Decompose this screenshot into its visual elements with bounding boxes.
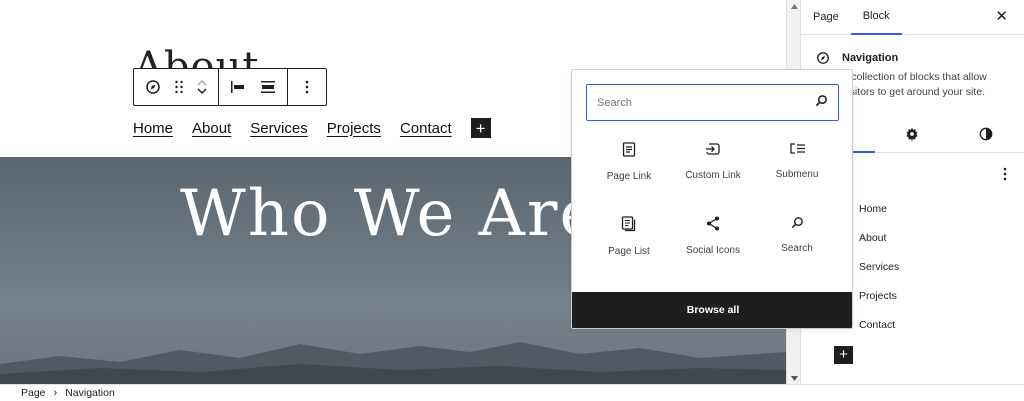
block-mover <box>192 71 212 103</box>
tab-block[interactable]: Block <box>850 0 902 35</box>
block-item-label: Custom Link <box>685 170 741 181</box>
search-icon <box>815 94 828 112</box>
block-item-label: Submenu <box>775 169 819 180</box>
page-list-icon <box>621 216 636 232</box>
menu-item-list: Home About Services Projects Contact <box>859 200 899 345</box>
search-icon <box>791 217 803 229</box>
block-item-submenu[interactable]: Submenu <box>755 142 839 192</box>
scroll-down-arrow-icon[interactable] <box>787 372 801 384</box>
block-item-label: Page List <box>608 246 650 257</box>
block-item-label: Social Icons <box>686 245 740 256</box>
mountains-image <box>0 342 786 384</box>
block-item-search[interactable]: Search <box>755 216 839 266</box>
align-wide-icon[interactable] <box>255 71 281 103</box>
navigation-compass-icon <box>816 51 830 70</box>
block-item-page-list[interactable]: Page List <box>587 216 671 266</box>
submenu-icon <box>789 143 805 154</box>
list-item[interactable]: About <box>859 229 899 258</box>
block-toolbar <box>133 68 327 106</box>
block-inserter-popover: Page Link Custom Link Submenu Page List … <box>571 69 853 329</box>
more-vertical-icon[interactable] <box>294 71 320 103</box>
inserter-block-grid: Page Link Custom Link Submenu Page List … <box>572 142 852 266</box>
list-item[interactable]: Projects <box>859 287 899 316</box>
nav-link-projects[interactable]: Projects <box>327 120 381 137</box>
nav-link-about[interactable]: About <box>192 120 231 137</box>
toolbar-group-layout <box>219 69 288 105</box>
block-item-social-icons[interactable]: Social Icons <box>671 216 755 266</box>
share-icon <box>707 216 719 231</box>
nav-link-services[interactable]: Services <box>250 120 308 137</box>
breadcrumb-item-navigation[interactable]: Navigation <box>65 387 115 399</box>
list-item[interactable]: Home <box>859 200 899 229</box>
tab-page[interactable]: Page <box>801 0 851 35</box>
breadcrumb-item-page[interactable]: Page <box>21 387 46 399</box>
add-nav-item-button[interactable]: + <box>470 118 491 138</box>
chevron-up-icon[interactable] <box>196 78 208 87</box>
navigation-block[interactable]: Home About Services Projects Contact + <box>133 118 491 138</box>
hero-heading[interactable]: Who We Are? <box>180 177 636 251</box>
navigation-compass-icon[interactable] <box>140 71 166 103</box>
search-input[interactable] <box>597 96 797 109</box>
more-vertical-icon[interactable] <box>1003 167 1007 186</box>
drag-handle-icon[interactable] <box>170 71 188 103</box>
block-item-page-link[interactable]: Page Link <box>587 142 671 192</box>
block-title: Navigation <box>842 52 899 64</box>
toolbar-group-options <box>288 69 326 105</box>
list-item[interactable]: Services <box>859 258 899 287</box>
sidebar-tabs: Page Block ✕ <box>801 0 1024 35</box>
nav-link-contact[interactable]: Contact <box>400 120 452 137</box>
chevron-right-icon: › <box>53 387 58 399</box>
half-circle-icon <box>979 127 993 141</box>
toolbar-group-block <box>134 69 219 105</box>
block-item-label: Search <box>781 243 813 254</box>
gear-icon <box>906 127 918 141</box>
page-icon <box>622 142 636 157</box>
search-field[interactable] <box>586 84 839 121</box>
block-item-label: Page Link <box>606 171 652 182</box>
tab-settings[interactable] <box>875 115 949 153</box>
add-menu-item-button[interactable]: + <box>834 346 853 364</box>
breadcrumb: Page › Navigation <box>0 384 1024 401</box>
tab-styles[interactable] <box>949 115 1023 153</box>
list-item[interactable]: Contact <box>859 316 899 345</box>
custom-link-icon <box>706 143 720 155</box>
nav-link-home[interactable]: Home <box>133 120 173 137</box>
close-icon[interactable]: ✕ <box>995 9 1008 24</box>
scroll-up-arrow-icon[interactable] <box>787 0 801 12</box>
chevron-down-icon[interactable] <box>196 87 208 96</box>
block-item-custom-link[interactable]: Custom Link <box>671 142 755 192</box>
justify-left-icon[interactable] <box>225 71 251 103</box>
block-description: A collection of blocks that allow visito… <box>842 71 987 98</box>
browse-all-button[interactable]: Browse all <box>572 292 852 328</box>
